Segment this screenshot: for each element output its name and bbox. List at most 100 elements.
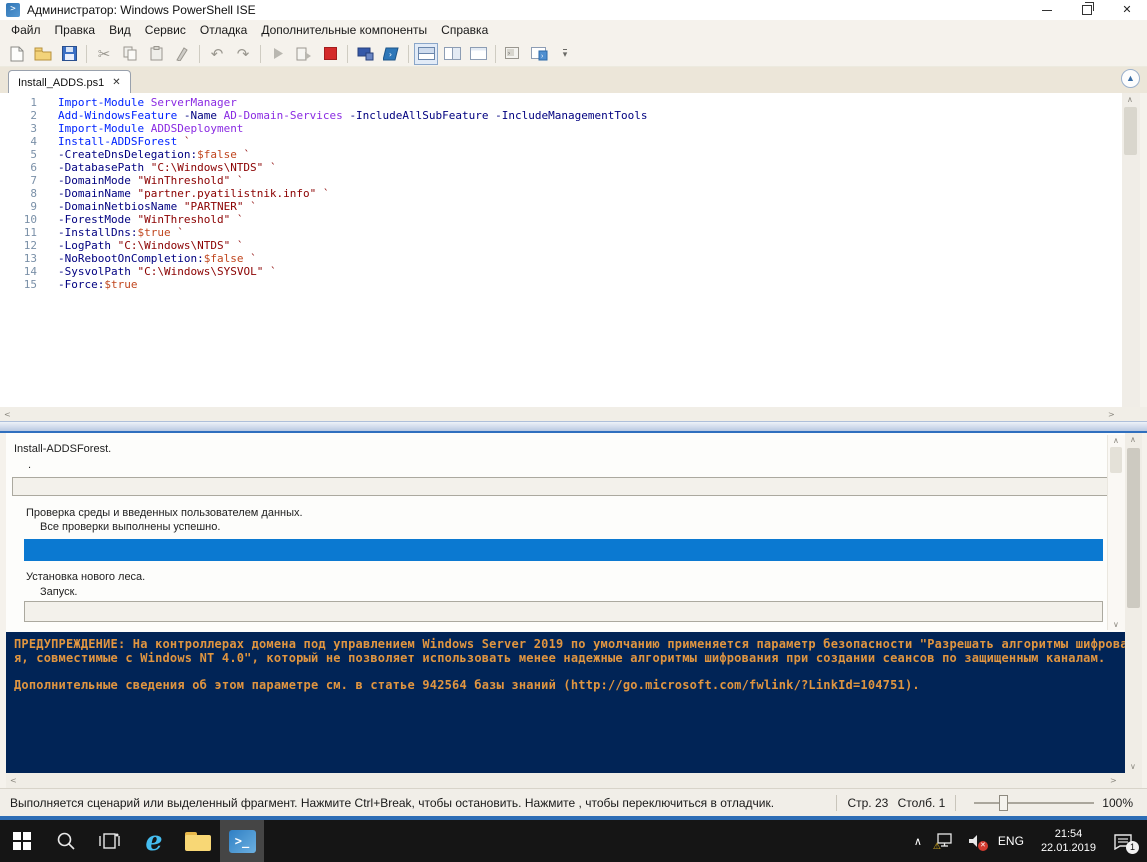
volume-button[interactable]: ✕ — [968, 834, 984, 848]
tab-label: Install_ADDS.ps1 — [18, 77, 104, 89]
notification-center-button[interactable]: 1 — [1113, 833, 1133, 850]
toolbar-separator — [495, 45, 496, 63]
clock-date: 22.01.2019 — [1041, 841, 1096, 855]
menu-сервис[interactable]: Сервис — [138, 20, 193, 41]
line-number: 14 — [0, 265, 37, 278]
progress-bar-pending — [12, 477, 1109, 496]
menu-вид[interactable]: Вид — [102, 20, 138, 41]
script-pane-right-icon[interactable] — [440, 43, 464, 65]
menu-отладка[interactable]: Отладка — [193, 20, 254, 41]
chevron-up-icon: ∧ — [914, 835, 922, 848]
scroll-up-icon[interactable]: ∧ — [1130, 435, 1136, 444]
scroll-up-icon[interactable]: ∧ — [1113, 436, 1119, 445]
scroll-left-icon[interactable]: < — [10, 776, 17, 785]
scroll-right-icon[interactable]: > — [1108, 410, 1115, 419]
start-powershell-icon[interactable]: › — [379, 43, 403, 65]
tab-close-icon[interactable]: ✕ — [112, 77, 120, 88]
new-file-icon[interactable] — [5, 43, 29, 65]
task-view-icon — [99, 832, 121, 850]
scroll-left-icon[interactable]: < — [4, 410, 11, 419]
stop-operation-icon[interactable] — [318, 43, 342, 65]
start-button[interactable] — [0, 820, 44, 862]
scroll-down-icon[interactable]: ∨ — [1113, 620, 1119, 629]
line-number: 4 — [0, 135, 37, 148]
tab-install-adds[interactable]: Install_ADDS.ps1 ✕ — [8, 70, 131, 94]
run-selection-icon[interactable] — [292, 43, 316, 65]
open-file-icon[interactable] — [31, 43, 55, 65]
command-addon-icon[interactable]: › — [501, 43, 525, 65]
zoom-slider-thumb[interactable] — [999, 795, 1008, 811]
editor-scroll-thumb[interactable] — [1124, 107, 1137, 155]
paste-icon[interactable] — [144, 43, 168, 65]
language-indicator[interactable]: ENG — [998, 834, 1024, 848]
code-text: Import-Module ADDSDeployment — [58, 122, 243, 135]
zoom-slider-track[interactable] — [974, 802, 1094, 804]
script-editor[interactable]: 1Import-Module ServerManager2Add-Windows… — [0, 93, 1122, 407]
code-text: -NoRebootOnCompletion:$false ` — [58, 252, 257, 265]
redo-icon[interactable]: ↷ — [231, 43, 255, 65]
line-number: 7 — [0, 174, 37, 187]
run-script-icon[interactable] — [266, 43, 290, 65]
editor-horizontal-scrollbar[interactable]: < > — [0, 407, 1147, 421]
tray-expand-button[interactable]: ∧ — [914, 835, 922, 848]
code-line: 12-LogPath "C:\Windows\NTDS" ` — [0, 239, 1122, 252]
status-separator — [836, 795, 837, 811]
cut-icon[interactable]: ✂ — [92, 43, 116, 65]
code-text: -SysvolPath "C:\Windows\SYSVOL" ` — [58, 265, 277, 278]
menu-файл[interactable]: Файл — [4, 20, 48, 41]
svg-text:›: › — [508, 51, 510, 57]
network-status-button[interactable]: ⚠ — [936, 833, 954, 849]
copy-icon[interactable] — [118, 43, 142, 65]
console-horizontal-scrollbar[interactable]: < > — [6, 773, 1125, 788]
progress-area-scrollbar[interactable]: ∧ ∨ — [1107, 435, 1125, 630]
check-progress-status: Все проверки выполнены успешно. — [40, 521, 220, 533]
code-line: 9-DomainNetbiosName "PARTNER" ` — [0, 200, 1122, 213]
menu-справка[interactable]: Справка — [434, 20, 495, 41]
progress-bar-active — [24, 539, 1103, 561]
progress-scroll-thumb[interactable] — [1110, 447, 1122, 473]
clear-console-icon[interactable] — [170, 43, 194, 65]
line-number: 9 — [0, 200, 37, 213]
toolbar-separator — [86, 45, 87, 63]
task-view-button[interactable] — [88, 820, 132, 862]
code-line: 15-Force:$true — [0, 278, 1122, 291]
scroll-up-icon[interactable]: ∧ — [1127, 95, 1133, 104]
code-text: -DomainName "partner.pyatilistnik.info" … — [58, 187, 330, 200]
console-progress-area[interactable]: Install-ADDSForest. . Проверка среды и в… — [6, 433, 1125, 632]
script-pane-maximized-icon[interactable] — [466, 43, 490, 65]
minimize-button[interactable] — [1027, 0, 1067, 20]
clock[interactable]: 21:54 22.01.2019 — [1041, 827, 1096, 855]
console-warning-line — [14, 665, 1117, 679]
powershell-icon: >_ — [229, 830, 256, 853]
zoom-level: 100% — [1102, 796, 1133, 810]
overflow-icon[interactable]: ▾ — [553, 43, 577, 65]
close-button[interactable]: ✕ — [1107, 0, 1147, 20]
editor-vertical-scrollbar[interactable]: ∧ — [1122, 93, 1140, 407]
console-vertical-scrollbar[interactable]: ∧ ∨ — [1125, 433, 1142, 773]
powershell-ise-taskbar-button[interactable]: >_ — [220, 820, 264, 862]
install-progress-status: Запуск. — [40, 586, 77, 598]
console-scroll-thumb[interactable] — [1127, 448, 1140, 608]
zoom-slider[interactable] — [974, 795, 1094, 811]
file-explorer-button[interactable] — [176, 820, 220, 862]
new-remote-powershell-tab-icon[interactable] — [353, 43, 377, 65]
script-pane-top-icon[interactable] — [414, 43, 438, 65]
title-bar: > Администратор: Windows PowerShell ISE … — [0, 0, 1147, 20]
show-script-pane-icon[interactable]: › — [527, 43, 551, 65]
undo-icon[interactable]: ↶ — [205, 43, 229, 65]
save-icon[interactable] — [57, 43, 81, 65]
menu-дополнительные-компоненты[interactable]: Дополнительные компоненты — [254, 20, 434, 41]
collapse-editor-button[interactable]: ▲ — [1121, 69, 1140, 88]
windows-logo-icon — [13, 832, 31, 850]
scroll-down-icon[interactable]: ∨ — [1130, 762, 1136, 771]
search-button[interactable] — [44, 820, 88, 862]
console-output-area[interactable]: ПРЕДУПРЕЖДЕНИЕ: На контроллерах домена п… — [6, 632, 1125, 773]
pane-splitter[interactable] — [0, 421, 1147, 433]
scroll-right-icon[interactable]: > — [1110, 776, 1117, 785]
menu-правка[interactable]: Правка — [48, 20, 103, 41]
line-number: 1 — [0, 96, 37, 109]
restore-button[interactable] — [1067, 0, 1107, 20]
code-line: 11-InstallDns:$true ` — [0, 226, 1122, 239]
code-text: -DomainMode "WinThreshold" ` — [58, 174, 243, 187]
internet-explorer-button[interactable]: e — [132, 820, 176, 862]
